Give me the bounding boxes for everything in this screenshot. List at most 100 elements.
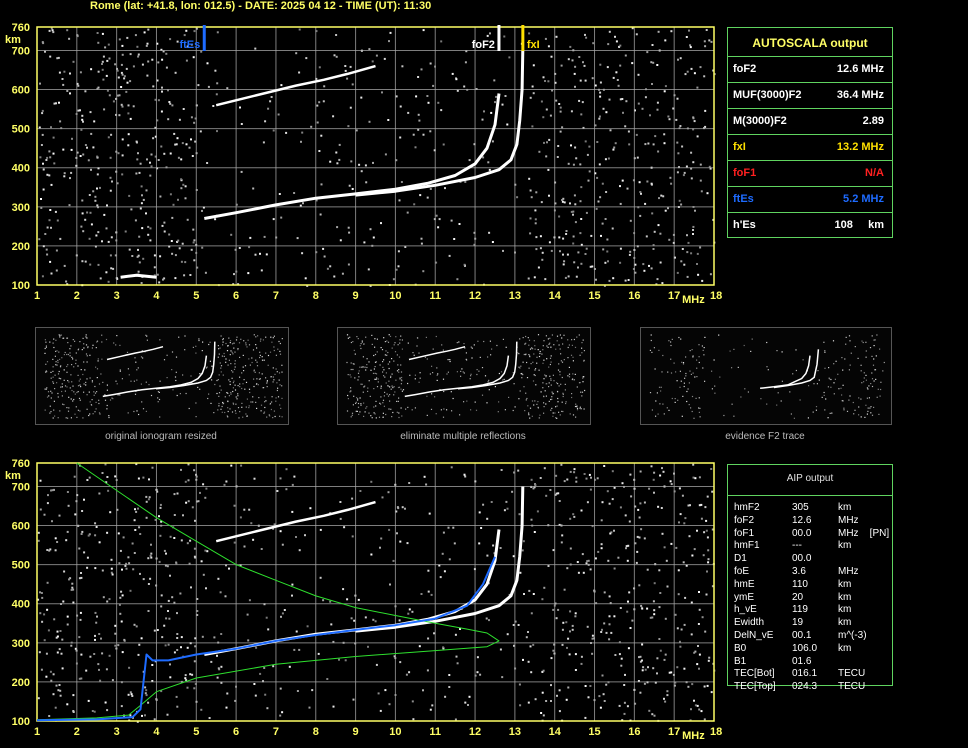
noise-dot	[298, 71, 301, 74]
noise-dot	[211, 379, 213, 381]
autoscala-row-label: MUF(3000)F2	[733, 89, 802, 101]
noise-dot	[505, 500, 508, 503]
noise-dot	[257, 384, 259, 386]
noise-dot	[700, 517, 703, 520]
noise-dot	[575, 275, 578, 278]
noise-dot	[174, 254, 177, 257]
noise-dot	[708, 39, 711, 42]
noise-dot	[248, 344, 251, 346]
noise-dot	[182, 108, 185, 110]
ionogram-bottom-chart: 1 2 3 4 5 6 7 8 9 10 11 12 13 14 15 16 17 181002003004005…	[5, 458, 722, 742]
noise-dot	[543, 396, 545, 398]
noise-dot	[178, 247, 181, 250]
noise-dot	[187, 479, 190, 482]
noise-dot	[659, 592, 662, 594]
noise-dot	[279, 530, 282, 533]
noise-dot	[50, 371, 52, 373]
noise-dot	[147, 583, 150, 585]
noise-dot	[679, 513, 682, 516]
noise-dot	[174, 71, 177, 74]
trace-second-hop	[215, 64, 376, 107]
noise-dot	[692, 161, 695, 164]
noise-dot	[528, 344, 530, 346]
noise-dot	[667, 115, 670, 118]
noise-dot	[66, 29, 69, 32]
noise-dot	[544, 374, 546, 376]
noise-dot	[46, 387, 48, 389]
noise-dot	[181, 242, 184, 245]
noise-dot	[279, 404, 281, 406]
noise-dot	[250, 401, 252, 403]
noise-dot	[52, 366, 54, 368]
noise-dot	[199, 373, 201, 375]
noise-dot	[145, 189, 148, 192]
noise-dot	[335, 34, 338, 36]
noise-dot	[475, 409, 478, 411]
noise-dot	[38, 651, 41, 654]
noise-dot	[799, 399, 801, 401]
noise-dot	[398, 356, 401, 358]
noise-dot	[400, 364, 402, 366]
noise-dot	[651, 44, 654, 46]
noise-dot	[522, 337, 524, 339]
noise-dot	[254, 47, 257, 50]
noise-dot	[436, 374, 438, 376]
noise-dot	[406, 211, 409, 214]
noise-dot	[62, 403, 64, 405]
noise-dot	[173, 537, 176, 539]
noise-dot	[574, 85, 576, 88]
aip-value: 19	[792, 617, 804, 629]
x-tick-label: 13	[509, 290, 521, 302]
noise-dot	[319, 528, 322, 531]
noise-dot	[543, 402, 545, 404]
noise-dot	[653, 582, 656, 585]
autoscala-row-muf-3000-f2: MUF(3000)F2 36.4 MHz	[728, 82, 892, 109]
noise-dot	[157, 99, 160, 102]
noise-dot	[601, 222, 604, 225]
noise-dot	[357, 406, 360, 408]
noise-dot	[109, 156, 112, 159]
noise-dot	[174, 277, 177, 280]
noise-dot	[280, 407, 282, 409]
noise-dot	[180, 158, 183, 161]
noise-dot	[544, 37, 547, 40]
noise-dot	[561, 361, 564, 363]
noise-dot	[65, 539, 68, 542]
noise-dot	[394, 391, 396, 393]
noise-dot	[609, 129, 612, 132]
noise-dot	[585, 36, 588, 39]
noise-dot	[150, 153, 153, 156]
noise-dot	[84, 218, 87, 221]
noise-dot	[624, 279, 627, 282]
noise-dot	[703, 718, 706, 721]
noise-dot	[164, 644, 167, 647]
noise-dot	[217, 409, 219, 411]
noise-dot	[437, 373, 439, 375]
noise-dot	[223, 355, 225, 357]
noise-dot	[95, 408, 97, 410]
noise-dot	[534, 400, 536, 402]
noise-dot	[865, 350, 867, 352]
noise-dot	[466, 359, 468, 361]
noise-dot	[218, 405, 220, 407]
noise-dot	[574, 65, 577, 68]
noise-dot	[670, 483, 673, 486]
noise-dot	[436, 367, 438, 369]
noise-dot	[357, 399, 359, 401]
noise-dot	[178, 336, 180, 338]
noise-dot	[249, 364, 251, 366]
noise-dot	[46, 396, 49, 398]
x-tick-label: 8	[313, 290, 319, 302]
noise-dot	[703, 347, 705, 349]
noise-dot	[72, 60, 75, 63]
noise-dot	[396, 411, 398, 413]
noise-dot	[229, 340, 232, 342]
noise-dot	[807, 417, 809, 419]
noise-dot	[605, 191, 608, 193]
noise-dot	[544, 390, 546, 392]
noise-dot	[583, 473, 586, 475]
noise-dot	[319, 213, 322, 216]
noise-dot	[600, 234, 602, 237]
noise-dot	[440, 40, 443, 43]
noise-dot	[277, 348, 279, 350]
